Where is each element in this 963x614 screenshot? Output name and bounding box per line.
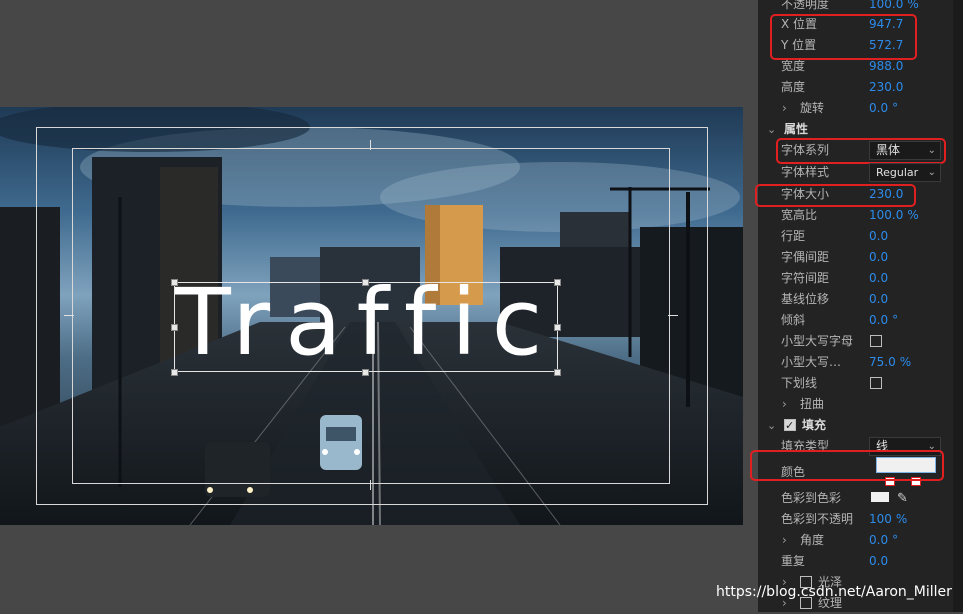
leading-label: 行距	[781, 229, 806, 243]
highlight-color	[750, 450, 944, 481]
tilt-value[interactable]: 0.0 °	[869, 310, 898, 331]
height-value[interactable]: 230.0	[869, 77, 903, 98]
resize-handle-bottom-right[interactable]	[554, 369, 561, 376]
guide-tick-right	[668, 315, 678, 316]
chevron-right-icon[interactable]: ›	[782, 98, 787, 119]
baseline-label: 基线位移	[781, 292, 830, 306]
rotation-label: 旋转	[800, 101, 825, 115]
chevron-down-icon[interactable]: ⌄	[767, 415, 776, 436]
font-style-value: Regular	[876, 166, 919, 179]
guide-tick-bottom	[370, 480, 371, 490]
repeat-label: 重复	[781, 554, 806, 568]
font-style-label: 字体样式	[781, 165, 830, 179]
chevron-right-icon[interactable]: ›	[782, 530, 787, 551]
watermark-text: https://blog.csdn.net/Aaron_Miller	[716, 584, 952, 600]
tracking-label: 字符间距	[781, 271, 830, 285]
color-to-color-row: 色彩到色彩 ✎	[758, 488, 953, 509]
repeat-value[interactable]: 0.0	[869, 551, 888, 572]
chevron-down-icon: ⌄	[927, 167, 936, 178]
highlight-position	[770, 14, 917, 60]
opacity-label: 不透明度	[781, 0, 830, 11]
tilt-row: 倾斜 0.0 °	[758, 310, 953, 331]
baseline-value[interactable]: 0.0	[869, 289, 888, 310]
aspect-row: 宽高比 100.0%	[758, 205, 953, 226]
kerning-row: 字偶间距 0.0	[758, 247, 953, 268]
kerning-value[interactable]: 0.0	[869, 247, 888, 268]
tracking-row: 字符间距 0.0	[758, 268, 953, 289]
color-to-color-label: 色彩到色彩	[781, 491, 842, 505]
underline-checkbox[interactable]	[870, 377, 882, 389]
guide-tick-top	[370, 140, 371, 150]
angle-row[interactable]: › 角度 0.0 °	[758, 530, 953, 551]
stop-color-swatch[interactable]	[871, 492, 889, 502]
angle-value[interactable]: 0.0 °	[869, 530, 898, 551]
width-value[interactable]: 988.0	[869, 56, 903, 77]
color-to-opacity-row: 色彩到不透明 100%	[758, 509, 953, 530]
aspect-label: 宽高比	[781, 208, 818, 222]
resize-handle-top[interactable]	[362, 279, 369, 286]
baseline-row: 基线位移 0.0	[758, 289, 953, 310]
program-monitor: Traffic	[0, 0, 758, 612]
resize-handle-top-right[interactable]	[554, 279, 561, 286]
resize-handle-bottom[interactable]	[362, 369, 369, 376]
angle-label: 角度	[800, 533, 825, 547]
kerning-label: 字偶间距	[781, 250, 830, 264]
leading-row: 行距 0.0	[758, 226, 953, 247]
resize-handle-top-left[interactable]	[171, 279, 178, 286]
color-to-opacity-value[interactable]: 100%	[869, 509, 907, 530]
small-caps-checkbox[interactable]	[870, 335, 882, 347]
resize-handle-bottom-left[interactable]	[171, 369, 178, 376]
guide-tick-left	[64, 315, 74, 316]
small-caps-label: 小型大写字母	[781, 334, 854, 348]
distort-label: 扭曲	[800, 397, 825, 411]
fill-label: 填充	[802, 418, 827, 432]
small-caps-size-label: 小型大写…	[781, 355, 842, 369]
height-label: 高度	[781, 80, 806, 94]
resize-handle-right[interactable]	[554, 324, 561, 331]
underline-label: 下划线	[781, 376, 818, 390]
color-to-opacity-label: 色彩到不透明	[781, 512, 854, 526]
fill-checkbox[interactable]	[784, 415, 796, 436]
rotation-row[interactable]: › 旋转 0.0 °	[758, 98, 953, 119]
resize-handle-left[interactable]	[171, 324, 178, 331]
chevron-down-icon[interactable]: ⌄	[767, 119, 776, 140]
highlight-font-family	[776, 138, 946, 164]
small-caps-size-row: 小型大写… 75.0%	[758, 352, 953, 373]
panel-scrollbar[interactable]	[953, 0, 963, 612]
font-style-dropdown[interactable]: Regular ⌄	[869, 163, 941, 182]
small-caps-row: 小型大写字母	[758, 331, 953, 352]
leading-value[interactable]: 0.0	[869, 226, 888, 247]
rotation-value[interactable]: 0.0 °	[869, 98, 898, 119]
essential-graphics-panel: 不透明度 100.0% X 位置 947.7 Y 位置 572.7 宽度 988…	[750, 0, 963, 612]
text-bounding-box[interactable]	[174, 282, 558, 372]
repeat-row: 重复 0.0	[758, 551, 953, 572]
opacity-value[interactable]: 100.0%	[869, 0, 919, 15]
tilt-label: 倾斜	[781, 313, 806, 327]
highlight-font-size	[755, 184, 916, 207]
chevron-right-icon[interactable]: ›	[782, 394, 787, 415]
width-row: 宽度 988.0	[758, 56, 953, 77]
attributes-section-header[interactable]: ⌄ 属性	[758, 119, 953, 140]
eyedropper-icon[interactable]: ✎	[897, 488, 908, 509]
height-row: 高度 230.0	[758, 77, 953, 98]
font-style-row: 字体样式 Regular ⌄	[758, 162, 953, 183]
fill-section-header[interactable]: ⌄ 填充	[758, 415, 953, 436]
width-label: 宽度	[781, 59, 806, 73]
underline-row: 下划线	[758, 373, 953, 394]
opacity-row: 不透明度 100.0%	[758, 0, 953, 15]
tracking-value[interactable]: 0.0	[869, 268, 888, 289]
aspect-value[interactable]: 100.0%	[869, 205, 919, 226]
small-caps-size-value[interactable]: 75.0%	[869, 352, 911, 373]
distort-row[interactable]: › 扭曲	[758, 394, 953, 415]
attributes-label: 属性	[784, 122, 809, 136]
